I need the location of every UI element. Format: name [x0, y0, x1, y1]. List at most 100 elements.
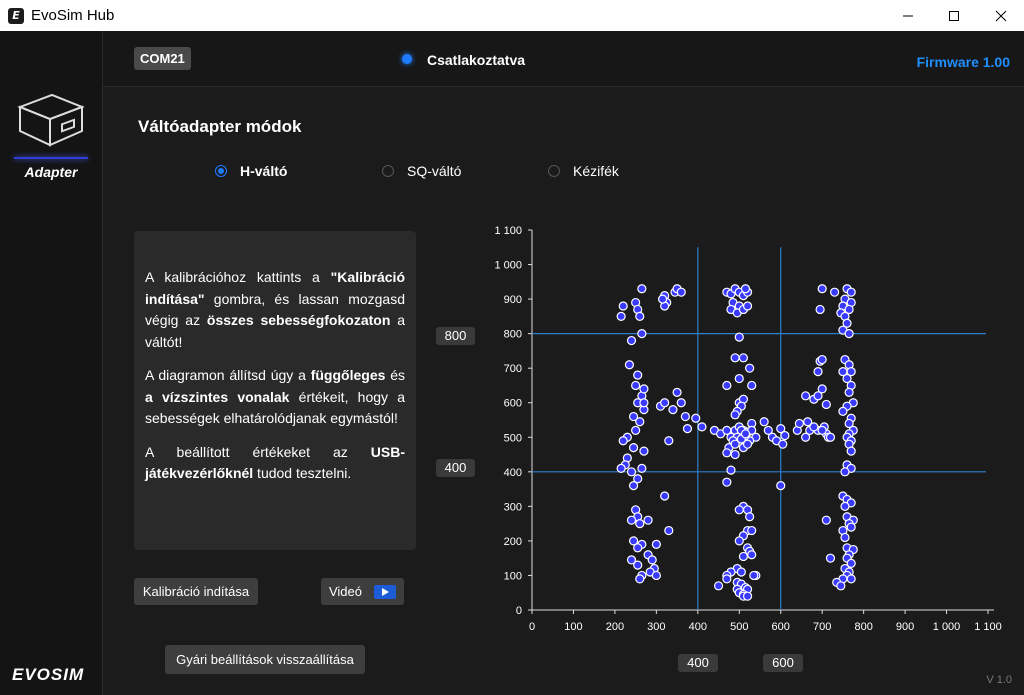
video-button[interactable]: Videó	[321, 578, 404, 605]
data-point	[691, 413, 701, 423]
data-point	[626, 515, 637, 525]
data-point	[639, 398, 649, 408]
minimize-button[interactable]	[885, 0, 931, 31]
x-tick-label: 600	[772, 621, 790, 633]
data-point	[631, 425, 641, 435]
x-tick-label: 300	[647, 621, 665, 633]
data-point	[846, 574, 856, 584]
data-point	[676, 398, 686, 408]
mode-label: H-váltó	[240, 163, 288, 179]
vertical-left-value[interactable]: 400	[678, 654, 718, 672]
shifter-scatter-chart[interactable]: 0 100 200 300 400 500 600 700 800 900 1 000 1 10001…	[478, 220, 1008, 640]
data-point	[682, 424, 693, 434]
y-tick-label: 600	[504, 398, 522, 410]
data-point	[747, 550, 757, 560]
x-tick-label: 100	[564, 621, 582, 633]
play-icon	[374, 584, 396, 599]
data-point	[838, 406, 848, 416]
y-tick-label: 800	[504, 329, 522, 341]
data-point	[736, 567, 746, 577]
y-tick-label: 400	[504, 467, 522, 479]
data-point	[631, 380, 641, 391]
data-point	[730, 449, 740, 460]
data-point	[722, 477, 732, 487]
data-point	[844, 387, 854, 397]
x-tick-label: 800	[854, 621, 872, 633]
mode-handbrake[interactable]: Kézifék	[548, 163, 619, 179]
data-point	[846, 446, 856, 456]
radio-unselected-icon	[548, 165, 560, 177]
data-point	[730, 353, 740, 363]
mode-label: Kézifék	[573, 163, 619, 179]
maximize-button[interactable]	[931, 0, 977, 31]
data-point	[680, 411, 690, 422]
data-point	[637, 284, 647, 294]
port-badge[interactable]: COM21	[134, 47, 191, 70]
adapter-active-indicator	[14, 157, 88, 159]
data-point	[745, 363, 755, 373]
data-point	[817, 425, 827, 435]
data-point	[830, 287, 840, 297]
data-point	[660, 398, 670, 408]
horizontal-upper-value[interactable]: 800	[436, 327, 475, 345]
data-point	[821, 399, 831, 410]
firmware-link[interactable]: Firmware 1.00	[917, 54, 1010, 70]
data-point	[626, 467, 637, 477]
data-point	[740, 429, 751, 439]
horizontal-lower-value[interactable]: 400	[436, 459, 475, 477]
data-point	[730, 410, 740, 420]
data-point	[697, 422, 707, 432]
data-point	[734, 332, 744, 342]
data-point	[846, 287, 856, 297]
radio-unselected-icon	[382, 165, 394, 177]
data-point	[628, 481, 639, 491]
data-point	[840, 467, 850, 477]
data-point	[722, 448, 732, 458]
connection-status-icon	[402, 54, 412, 64]
data-point	[616, 311, 626, 321]
data-point	[647, 555, 657, 565]
mode-sq-shifter[interactable]: SQ-váltó	[382, 163, 461, 179]
close-icon	[995, 10, 1007, 21]
start-calibration-button[interactable]: Kalibráció indítása	[134, 578, 258, 605]
sidebar-item-label: Adapter	[24, 164, 78, 180]
maximize-icon	[949, 10, 959, 21]
data-point	[738, 551, 749, 562]
data-point	[643, 515, 653, 525]
y-tick-label: 200	[504, 536, 522, 548]
data-point	[616, 463, 626, 473]
data-point	[726, 465, 736, 475]
data-point	[840, 501, 850, 511]
data-point	[801, 391, 811, 401]
data-point	[672, 387, 682, 397]
data-point	[664, 436, 674, 446]
close-button[interactable]	[978, 0, 1024, 31]
sidebar-item-adapter[interactable]: Adapter	[0, 81, 102, 191]
data-point	[651, 539, 661, 549]
connection-status: Csatlakoztatva	[427, 52, 526, 68]
title-bar: E EvoSim Hub	[0, 0, 1024, 31]
factory-reset-button[interactable]: Gyári beállítások visszaállítása	[165, 645, 365, 674]
x-tick-label: 500	[730, 621, 748, 633]
data-point	[628, 443, 639, 453]
x-tick-label: 900	[896, 621, 914, 633]
data-point	[734, 505, 744, 515]
vertical-right-value[interactable]: 600	[763, 654, 803, 672]
data-point	[742, 301, 753, 311]
y-tick-label: 500	[504, 432, 522, 444]
y-tick-label: 100	[504, 570, 522, 582]
data-point	[734, 373, 744, 384]
adapter-box-icon	[17, 93, 85, 147]
x-tick-label: 700	[813, 621, 831, 633]
data-point	[626, 335, 637, 346]
data-point	[821, 515, 831, 525]
page-title: Váltóadapter módok	[138, 117, 302, 136]
data-point	[664, 525, 674, 536]
mode-label: SQ-váltó	[407, 163, 462, 179]
mode-h-shifter[interactable]: H-váltó	[215, 163, 287, 179]
data-point	[747, 380, 757, 391]
data-point	[676, 287, 686, 297]
data-point	[749, 570, 759, 581]
instructions-panel: A kalibrációhoz kattints a "Kalibráció i…	[134, 231, 416, 550]
data-point	[813, 391, 823, 401]
